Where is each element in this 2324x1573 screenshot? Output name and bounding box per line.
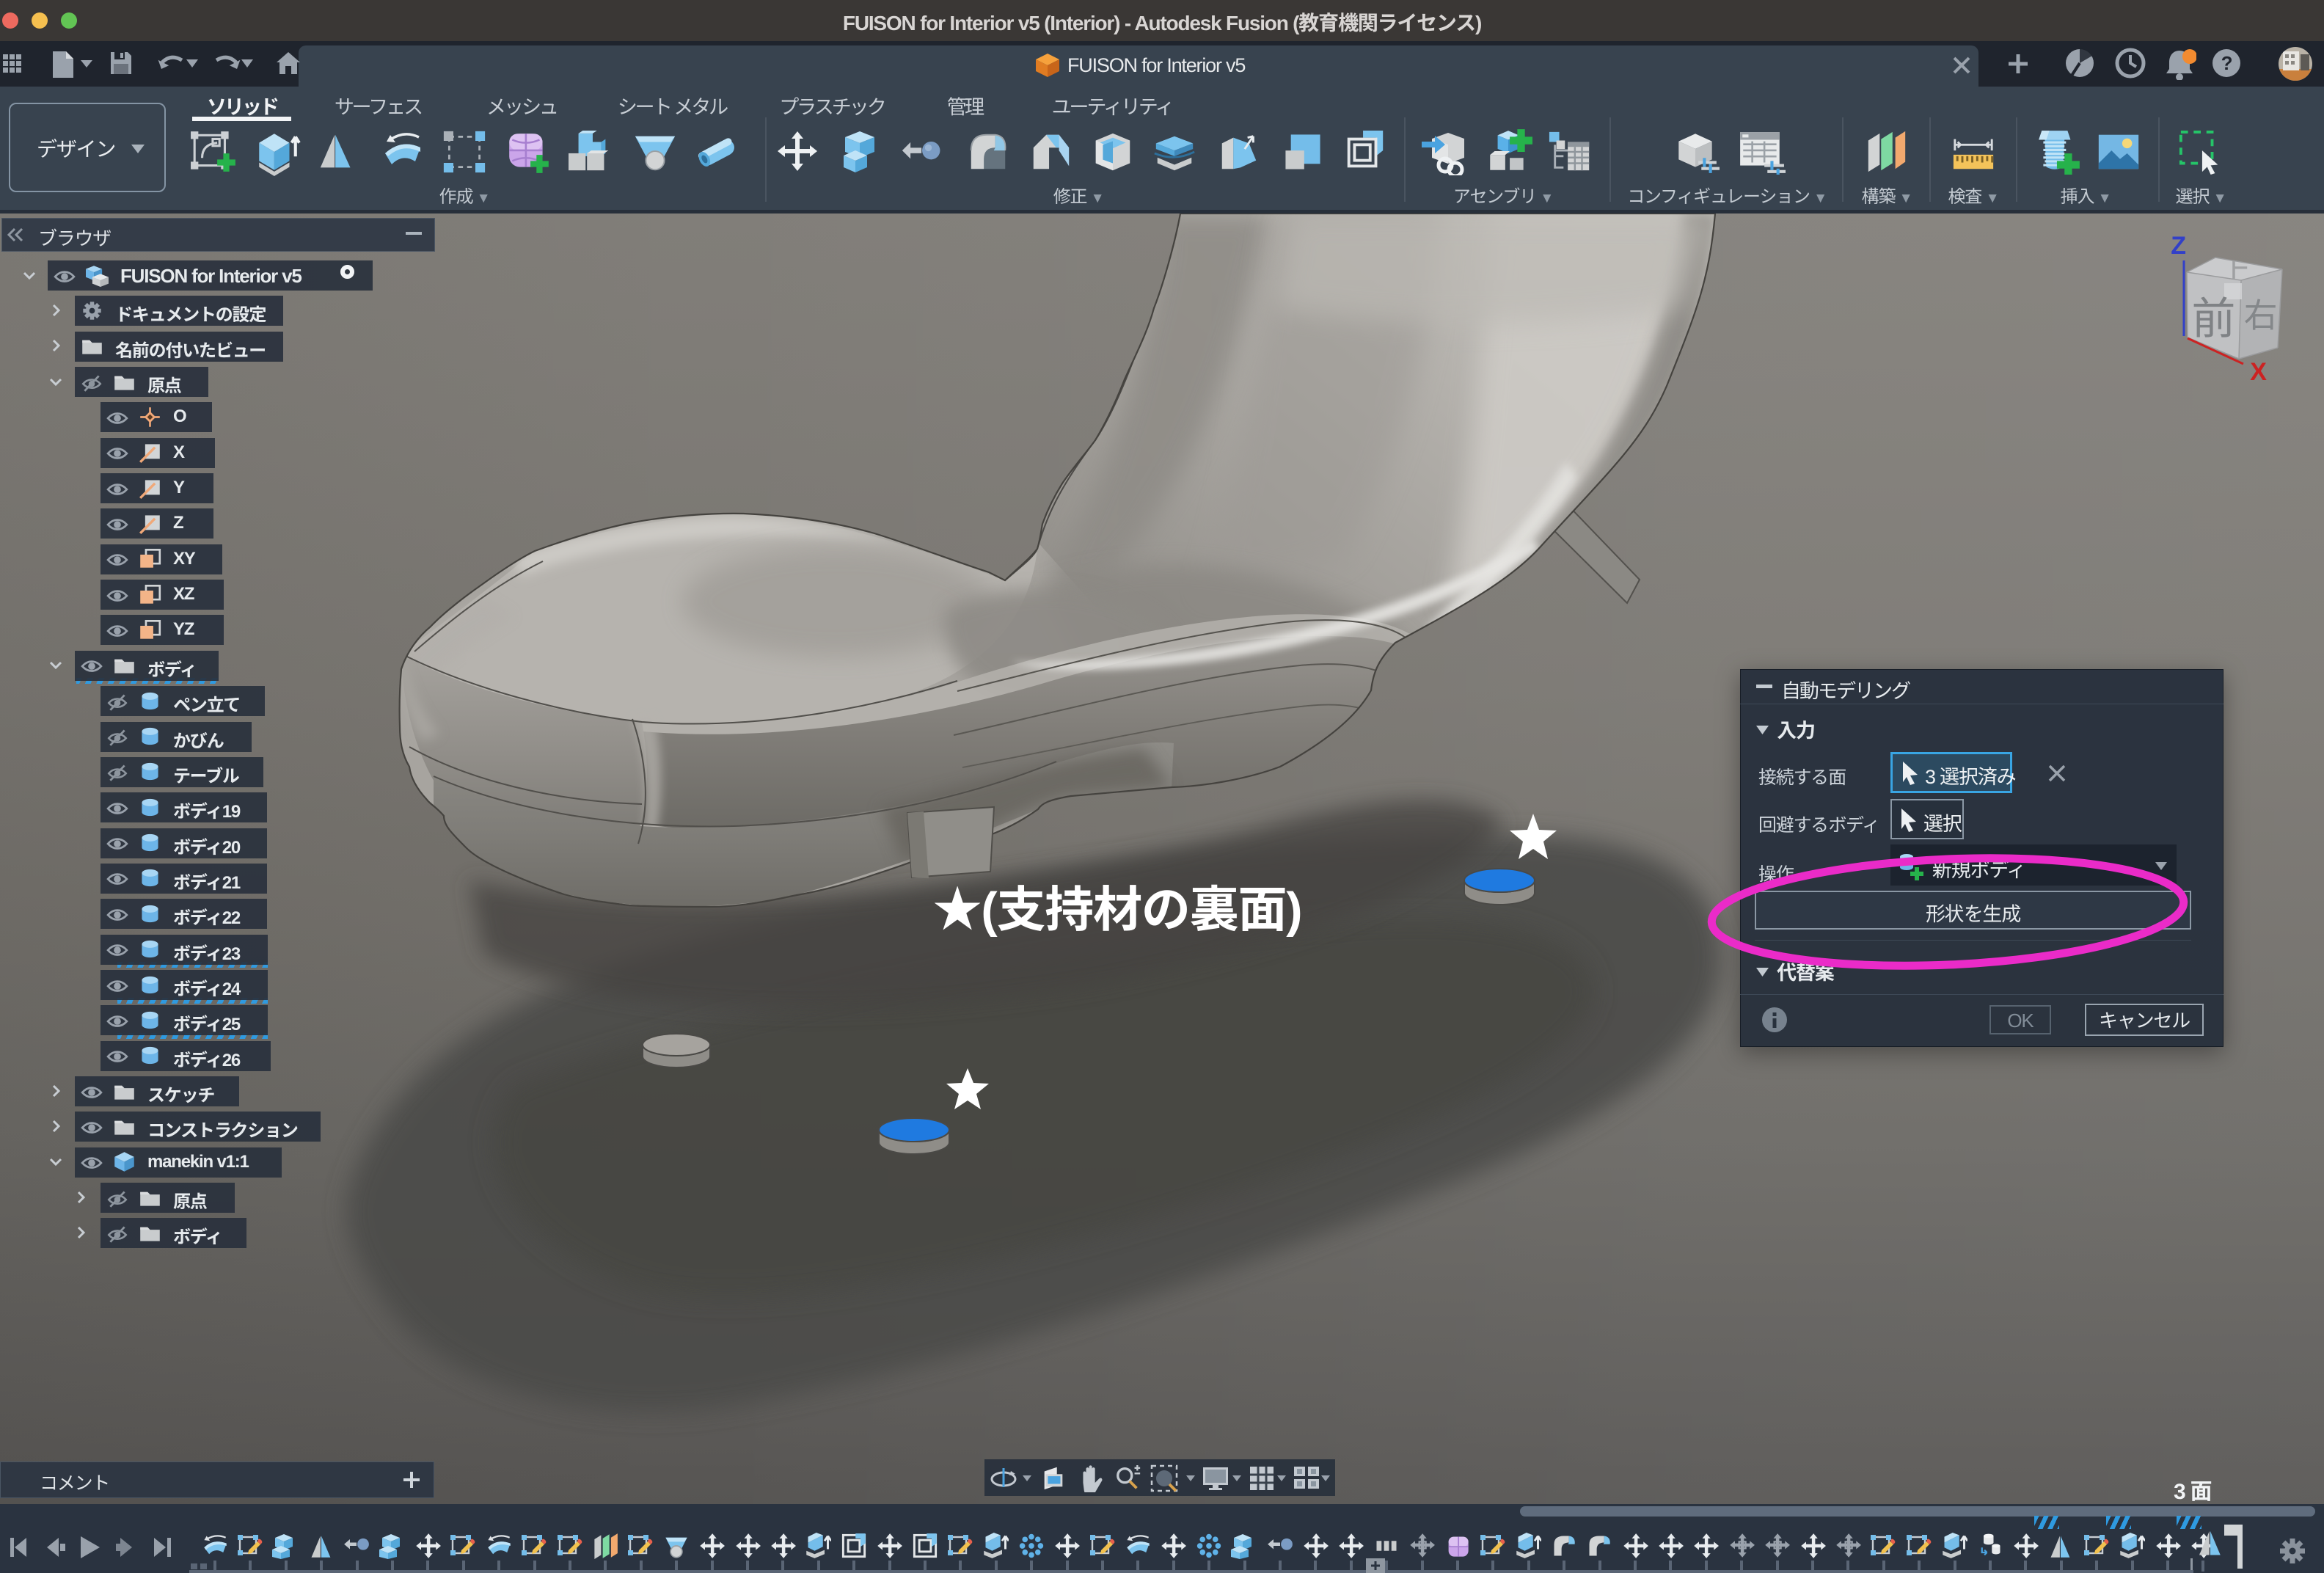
svg-text:X: X	[2250, 358, 2267, 386]
svg-text:前: 前	[2192, 283, 2235, 347]
svg-text:?: ?	[2221, 52, 2232, 74]
svg-text:Z: Z	[2171, 232, 2185, 260]
svg-text:右: 右	[2244, 289, 2277, 337]
